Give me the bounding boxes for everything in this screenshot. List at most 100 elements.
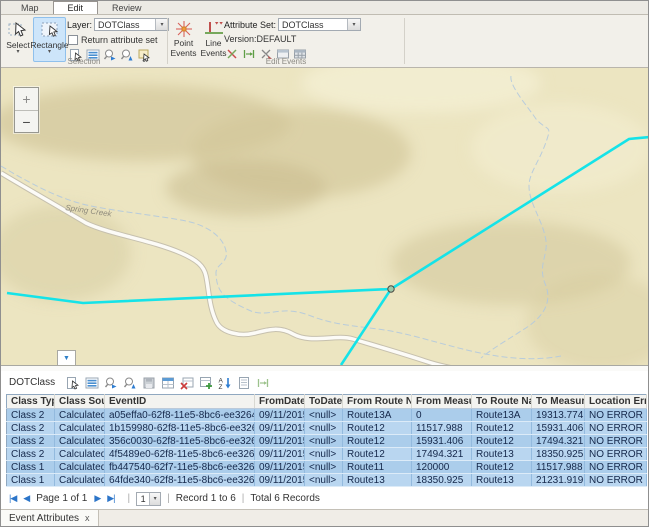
edit-events-group-label: Edit Events: [168, 57, 404, 66]
event-attributes-tab[interactable]: Event Attributes x: [1, 510, 99, 526]
column-header[interactable]: EventID: [105, 395, 255, 409]
point-events-button[interactable]: Point Events: [169, 17, 198, 62]
table-cell: 15931.406: [532, 422, 585, 435]
column-header[interactable]: To Route Name: [472, 395, 532, 409]
tab-edit[interactable]: Edit: [53, 1, 99, 14]
save-icon[interactable]: [141, 375, 156, 390]
next-page-button[interactable]: ▶: [94, 493, 100, 504]
close-icon[interactable]: x: [85, 513, 90, 523]
table-cell: Route12: [343, 422, 412, 435]
switch-selection-icon[interactable]: [160, 375, 175, 390]
table-cell: 15931.406: [412, 435, 472, 448]
add-record-icon[interactable]: [198, 375, 213, 390]
table-cell: Route12: [343, 435, 412, 448]
page-number-value: 1: [137, 494, 149, 504]
last-page-button[interactable]: ▶|: [107, 493, 114, 504]
table-cell: 17494.321: [532, 435, 585, 448]
map-canvas: Spring Creek: [1, 68, 648, 365]
select-records-icon[interactable]: [65, 375, 80, 390]
column-header[interactable]: Class Source: [55, 395, 105, 409]
table-cell: Route11: [343, 461, 412, 474]
attribute-set-dropdown-value: DOTClass: [279, 20, 347, 30]
table-row[interactable]: Class 2Calculated1b159980-62f8-11e5-8bc6…: [7, 422, 647, 435]
first-page-button[interactable]: |◀: [9, 493, 16, 504]
table-cell: Calculated: [55, 448, 105, 461]
panel-collapse-button[interactable]: ▼: [57, 350, 76, 365]
sort-icon[interactable]: AZ: [217, 375, 232, 390]
column-header[interactable]: From Measure: [412, 395, 472, 409]
table-cell: 11517.988: [412, 422, 472, 435]
separator: |: [167, 493, 170, 504]
version-label: Version:DEFAULT: [224, 34, 296, 44]
point-events-icon: [174, 20, 194, 38]
collapse-triangle-icon: ▼: [63, 355, 70, 362]
point-events-label: Point: [174, 39, 193, 48]
table-cell: <null>: [305, 448, 343, 461]
table-cell: 09/11/2015: [255, 422, 305, 435]
table-cell: NO ERROR: [585, 422, 647, 435]
tab-review[interactable]: Review: [98, 1, 156, 14]
rectangle-tool-icon: [39, 20, 61, 40]
route-junction-marker[interactable]: [388, 286, 394, 292]
zoom-in-button[interactable]: +: [15, 88, 38, 110]
measure-range-icon[interactable]: [255, 375, 270, 390]
table-cell: Route13: [472, 474, 532, 487]
column-header[interactable]: FromDate: [255, 395, 305, 409]
table-cell: 120000: [412, 461, 472, 474]
table-cell: 09/11/2015: [255, 435, 305, 448]
column-header[interactable]: To Measure: [532, 395, 585, 409]
chevron-down-icon: ▾: [48, 50, 51, 55]
tab-map[interactable]: Map: [7, 1, 53, 14]
selection-group: Select ▾ Rectangle ▾ Layer: DOTClass ▾: [1, 15, 167, 67]
table-cell: 4f5489e0-62f8-11e5-8bc6-ee32641d5ec9: [105, 448, 255, 461]
table-cell: 17494.321: [412, 448, 472, 461]
table-cell: Route12: [472, 435, 532, 448]
attribute-set-dropdown[interactable]: DOTClass ▾: [278, 18, 361, 31]
select-tool-icon: [7, 20, 29, 40]
column-header[interactable]: ToDate: [305, 395, 343, 409]
table-row[interactable]: Class 2Calculateda05effa0-62f8-11e5-8bc6…: [7, 409, 647, 422]
column-header[interactable]: Location Error: [585, 395, 647, 409]
ribbon-content: Select ▾ Rectangle ▾ Layer: DOTClass ▾: [1, 15, 648, 67]
layer-dropdown-value: DOTClass: [95, 20, 155, 30]
previous-page-button[interactable]: ◀: [23, 493, 29, 504]
page-indicator: Page 1 of 1: [36, 493, 87, 504]
zoom-to-selected-icon[interactable]: [103, 375, 118, 390]
layer-dropdown[interactable]: DOTClass ▾: [94, 18, 169, 31]
chevron-down-icon: ▾: [347, 19, 360, 30]
table-cell: NO ERROR: [585, 461, 647, 474]
clear-selection-icon[interactable]: [179, 375, 194, 390]
pan-to-selected-icon[interactable]: [122, 375, 137, 390]
table-cell: Calculated: [55, 409, 105, 422]
column-header[interactable]: From Route Name: [343, 395, 412, 409]
chevron-down-icon: ▾: [16, 50, 19, 55]
table-cell: Route13: [472, 448, 532, 461]
table-cell: Route13: [343, 474, 412, 487]
table-cell: Calculated: [55, 422, 105, 435]
table-cell: NO ERROR: [585, 448, 647, 461]
table-row[interactable]: Class 2Calculated356c0030-62f8-11e5-8bc6…: [7, 435, 647, 448]
zoom-out-button[interactable]: −: [15, 110, 38, 132]
show-selected-icon[interactable]: [84, 375, 99, 390]
table-cell: Class 2: [7, 422, 55, 435]
return-attribute-set-checkbox[interactable]: [68, 35, 78, 45]
table-cell: Route12: [472, 422, 532, 435]
table-cell: Route12: [343, 448, 412, 461]
table-row[interactable]: Class 1Calculated64fde340-62f8-11e5-8bc6…: [7, 474, 647, 487]
rectangle-button[interactable]: Rectangle ▾: [33, 17, 66, 62]
page-number-spinner[interactable]: 1 ▾: [136, 492, 161, 506]
bottom-tabbar: Event Attributes x: [1, 509, 648, 526]
table-row[interactable]: Class 2Calculated4f5489e0-62f8-11e5-8bc6…: [7, 448, 647, 461]
table-cell: 09/11/2015: [255, 409, 305, 422]
column-header[interactable]: Class Type: [7, 395, 55, 409]
table-cell: Class 2: [7, 409, 55, 422]
table-cell: 64fde340-62f8-11e5-8bc6-ee32641d5ec9: [105, 474, 255, 487]
ribbon: Map Edit Review Select ▾ Rectangle: [1, 1, 648, 68]
attributes-form-icon[interactable]: [236, 375, 251, 390]
select-button[interactable]: Select ▾: [3, 17, 33, 62]
table-row[interactable]: Class 1Calculatedfb447540-62f7-11e5-8bc6…: [7, 461, 647, 474]
table-cell: 09/11/2015: [255, 474, 305, 487]
table-cell: 11517.988: [532, 461, 585, 474]
map-view[interactable]: Spring Creek + − ▼: [1, 68, 648, 365]
table-cell: NO ERROR: [585, 409, 647, 422]
